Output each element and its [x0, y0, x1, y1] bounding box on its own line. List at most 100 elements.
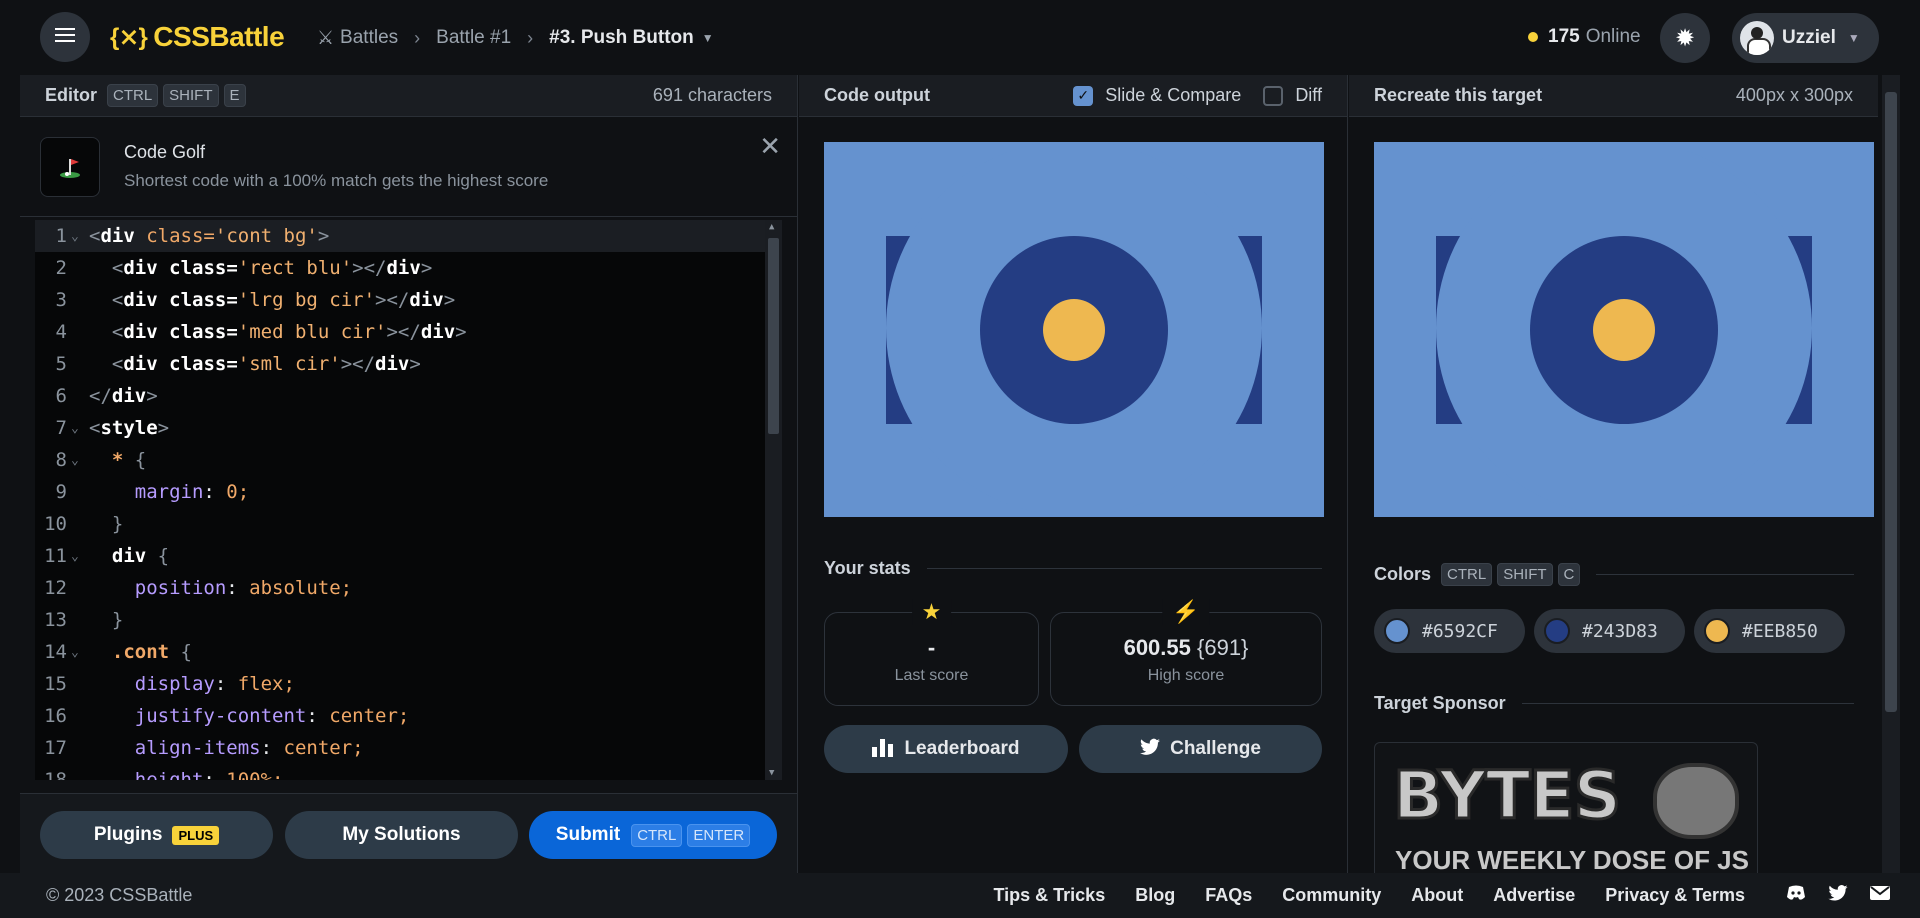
code-line[interactable]: 14 ⌄ .cont {	[35, 636, 782, 668]
color-swatch[interactable]: #243D83	[1534, 609, 1685, 653]
code-line[interactable]: 1 ⌄ <div class='cont bg'>	[35, 220, 782, 252]
code-text: height: 100%;	[134, 769, 284, 780]
twitter-icon[interactable]	[1828, 885, 1848, 906]
footer-link[interactable]: Blog	[1135, 885, 1175, 906]
fold-chevron-icon[interactable]: ⌄	[71, 229, 89, 244]
scroll-up-icon[interactable]: ▲	[769, 222, 774, 232]
footer-link[interactable]: Community	[1282, 885, 1381, 906]
code-line[interactable]: 7 ⌄ <style>	[35, 412, 782, 444]
color-swatch[interactable]: #6592CF	[1374, 609, 1525, 653]
page-scrollbar-thumb[interactable]	[1885, 92, 1897, 712]
breadcrumb-battle[interactable]: Battle #1	[436, 27, 511, 49]
code-line[interactable]: 2 <div class='rect blu'></div>	[35, 252, 782, 284]
color-hex: #243D83	[1582, 620, 1658, 642]
code-line[interactable]: 3 <div class='lrg bg cir'></div>	[35, 284, 782, 316]
line-number: 2	[55, 257, 67, 279]
kbd-key: SHIFT	[163, 84, 219, 107]
code-editor[interactable]: 1 ⌄ <div class='cont bg'> 2 <div class='rec…	[35, 220, 782, 780]
code-text: <div class='sml cir'></div>	[111, 353, 421, 375]
diff-checkbox[interactable]	[1263, 85, 1284, 106]
online-dot-icon	[1528, 32, 1538, 42]
code-text: align-items: center;	[134, 737, 364, 759]
code-line[interactable]: 10 }	[35, 508, 782, 540]
sponsor-tagline: YOUR WEEKLY DOSE OF JS	[1395, 845, 1749, 875]
online-indicator: 175 Online	[1528, 26, 1641, 48]
editor-title: Editor	[45, 85, 97, 105]
sponsor-banner[interactable]: BYTES YOUR WEEKLY DOSE OF JS	[1374, 742, 1758, 882]
menu-button[interactable]	[40, 12, 90, 62]
footer-link[interactable]: Privacy & Terms	[1605, 885, 1745, 906]
code-output-canvas[interactable]	[824, 142, 1324, 517]
breadcrumb-current[interactable]: #3. Push Button	[549, 27, 694, 49]
footer-link[interactable]: FAQs	[1205, 885, 1252, 906]
code-line[interactable]: 8 ⌄ * {	[35, 444, 782, 476]
code-line[interactable]: 5 <div class='sml cir'></div>	[35, 348, 782, 380]
code-line[interactable]: 13 }	[35, 604, 782, 636]
theme-toggle-button[interactable]: ✹	[1660, 13, 1710, 63]
code-line[interactable]: 11 ⌄ div {	[35, 540, 782, 572]
hamburger-icon	[55, 27, 75, 48]
fold-chevron-icon[interactable]: ⌄	[71, 453, 89, 468]
code-line[interactable]: 18 height: 100%;	[35, 764, 782, 780]
target-size: 400px x 300px	[1735, 85, 1853, 105]
challenge-button[interactable]: Challenge	[1079, 725, 1322, 773]
color-dot-icon	[1704, 618, 1730, 644]
golf-flag-icon	[40, 136, 100, 197]
color-swatch[interactable]: #EEB850	[1694, 609, 1845, 653]
logo[interactable]: {⨯} CSSBattle	[110, 19, 285, 55]
leaderboard-button[interactable]: Leaderboard	[824, 725, 1068, 773]
code-line[interactable]: 9 margin: 0;	[35, 476, 782, 508]
colors-heading: Colors CTRL SHIFT C	[1374, 563, 1854, 586]
submit-button[interactable]: Submit CTRL ENTER	[529, 811, 777, 859]
page-scrollbar[interactable]	[1882, 75, 1900, 873]
code-line[interactable]: 15 display: flex;	[35, 668, 782, 700]
color-dot-icon	[1384, 618, 1410, 644]
plugins-button[interactable]: Plugins PLUS	[40, 811, 273, 859]
breadcrumb-battles[interactable]: Battles	[340, 27, 398, 49]
fold-chevron-icon[interactable]: ⌄	[71, 421, 89, 436]
code-line[interactable]: 12 position: absolute;	[35, 572, 782, 604]
high-score-value: 600.55	[1123, 635, 1191, 660]
user-menu[interactable]: Uzziel ▼	[1732, 13, 1879, 63]
copyright: © 2023 CSSBattle	[46, 885, 193, 905]
code-line[interactable]: 6 </div>	[35, 380, 782, 412]
your-stats-heading: Your stats	[824, 558, 1322, 579]
golf-title: Code Golf	[124, 142, 206, 162]
footer-link[interactable]: Advertise	[1493, 885, 1575, 906]
code-line[interactable]: 16 justify-content: center;	[35, 700, 782, 732]
online-count: 175	[1548, 26, 1580, 47]
online-label: Online	[1585, 26, 1641, 47]
diff-label: Diff	[1295, 85, 1322, 105]
editor-footer: Plugins PLUS My Solutions Submit CTRL EN…	[20, 793, 797, 873]
target-header: Recreate this target 400px x 300px	[1349, 75, 1878, 117]
code-line[interactable]: 4 <div class='med blu cir'></div>	[35, 316, 782, 348]
slide-compare-checkbox[interactable]: ✓	[1073, 85, 1094, 106]
twitter-icon	[1140, 738, 1161, 761]
code-text: justify-content: center;	[134, 705, 410, 727]
discord-icon[interactable]	[1786, 885, 1806, 906]
kbd-key: C	[1557, 563, 1581, 586]
line-number: 4	[55, 321, 67, 343]
caret-down-icon[interactable]: ▼	[702, 31, 714, 45]
my-solutions-button[interactable]: My Solutions	[285, 811, 518, 859]
scroll-down-icon[interactable]: ▼	[769, 768, 774, 778]
footer-link[interactable]: About	[1411, 885, 1463, 906]
fold-chevron-icon[interactable]: ⌄	[71, 645, 89, 660]
code-line[interactable]: 17 align-items: center;	[35, 732, 782, 764]
line-number: 6	[55, 385, 67, 407]
color-hex: #EEB850	[1742, 620, 1818, 642]
mail-icon[interactable]	[1870, 885, 1890, 906]
footer-link[interactable]: Tips & Tricks	[993, 885, 1105, 906]
color-hex: #6592CF	[1422, 620, 1498, 642]
last-score-label: Last score	[894, 667, 969, 684]
scrollbar-thumb[interactable]	[768, 238, 779, 434]
editor-scrollbar[interactable]: ▲ ▼	[765, 220, 782, 780]
target-image[interactable]	[1374, 142, 1874, 517]
kbd-key: ENTER	[687, 823, 751, 847]
output-small-circle	[1043, 299, 1105, 361]
editor-header: Editor CTRL SHIFT E 691 characters	[20, 75, 797, 117]
fold-chevron-icon[interactable]: ⌄	[71, 549, 89, 564]
close-icon[interactable]: ✕	[759, 131, 781, 162]
code-text: <div class='rect blu'></div>	[111, 257, 433, 279]
code-text: margin: 0;	[134, 481, 250, 503]
